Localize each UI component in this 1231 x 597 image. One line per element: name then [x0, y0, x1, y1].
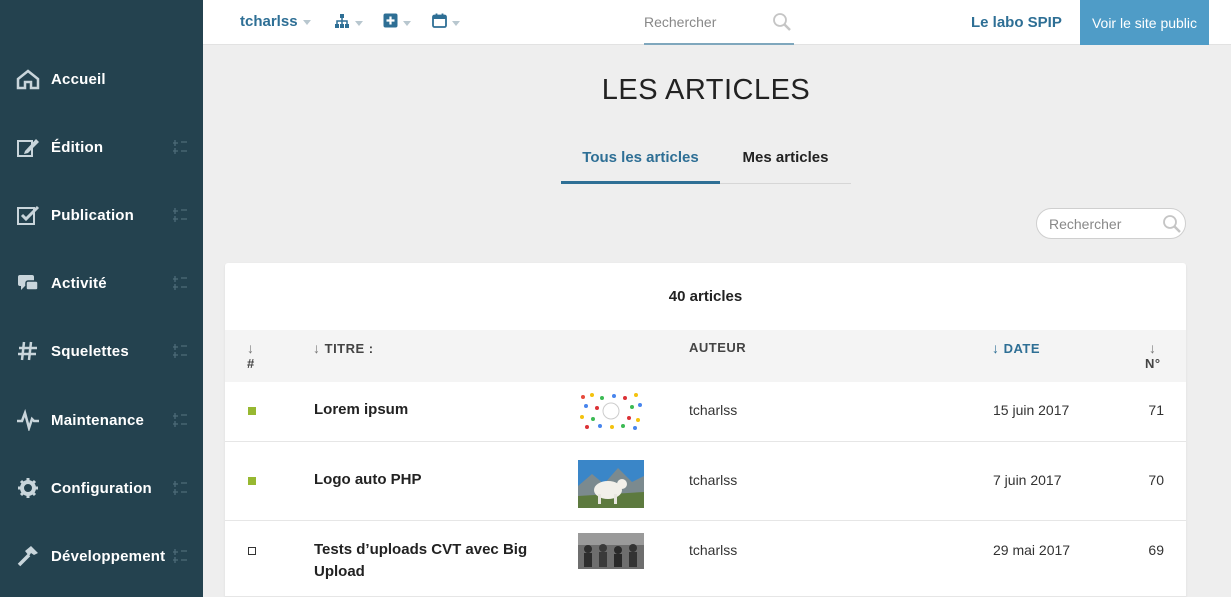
user-name: tcharlss: [240, 13, 298, 30]
column-number[interactable]: ↓ N°: [1145, 340, 1161, 371]
create-menu[interactable]: [383, 13, 411, 33]
heartbeat-icon: [16, 408, 40, 432]
home-icon: [16, 67, 40, 91]
hammer-icon: [16, 544, 40, 568]
article-author[interactable]: tcharlss: [689, 542, 737, 558]
search-icon[interactable]: [1162, 214, 1182, 239]
column-status-label: #: [247, 356, 255, 371]
status-published-icon: [248, 477, 256, 485]
status-published-icon: [248, 407, 256, 415]
site-name-link[interactable]: Le labo SPIP: [971, 14, 1062, 31]
arrow-down-icon: ↓: [992, 340, 1000, 356]
tabs: Tous les articles Mes articles: [561, 140, 851, 184]
table-row[interactable]: Logo auto PHP tcharlss 7 juin 2017 70: [225, 442, 1186, 521]
sidebar-item-publication[interactable]: Publication: [0, 195, 203, 235]
sidebar-item-edition[interactable]: Édition: [0, 127, 203, 167]
top-search-input[interactable]: [644, 11, 764, 33]
user-menu[interactable]: tcharlss: [240, 13, 311, 30]
sidebar-item-maintenance[interactable]: Maintenance: [0, 400, 203, 440]
arrow-down-icon: ↓: [313, 340, 321, 356]
sidebar-item-developpement[interactable]: Développement: [0, 536, 203, 576]
sidebar-item-configuration[interactable]: Configuration: [0, 468, 203, 508]
column-author[interactable]: AUTEUR: [689, 340, 746, 355]
table-row[interactable]: Lorem ipsum tcharlss 15 juin 2017 71: [225, 382, 1186, 442]
chevron-down-icon: [302, 19, 311, 25]
top-bar: tcharlss Le labo SPIP Voir le site publi…: [203, 0, 1231, 45]
toggle-submenu-icon[interactable]: [172, 480, 188, 496]
sidebar-item-label: Maintenance: [51, 411, 145, 429]
calendar-icon: [432, 13, 447, 33]
article-number: 69: [1148, 542, 1164, 558]
chevron-down-icon: [355, 21, 363, 26]
toggle-submenu-icon[interactable]: [172, 343, 188, 359]
column-status[interactable]: ↓ #: [247, 340, 255, 371]
toggle-submenu-icon[interactable]: [172, 139, 188, 155]
top-search: [644, 0, 794, 45]
page-title: LES ARTICLES: [601, 74, 811, 106]
comments-icon: [16, 271, 40, 295]
article-author[interactable]: tcharlss: [689, 472, 737, 488]
checkbox-icon: [16, 203, 40, 227]
column-number-label: N°: [1145, 356, 1161, 371]
arrow-down-icon: ↓: [1149, 340, 1157, 356]
pencil-icon: [16, 135, 40, 159]
table-row[interactable]: Tests d’uploads CVT avec Big Upload tcha…: [225, 521, 1186, 597]
sitemap-menu[interactable]: [334, 13, 363, 34]
column-title-label: TITRE :: [324, 341, 374, 356]
list-search: [1036, 208, 1186, 239]
sidebar-item-accueil[interactable]: Accueil: [0, 59, 203, 99]
calendar-menu[interactable]: [432, 13, 460, 33]
sitemap-icon: [334, 13, 350, 34]
table-header: ↓ # ↓ TITRE : AUTEUR ↓ DATE ↓ N°: [225, 330, 1186, 382]
chevron-down-icon: [452, 20, 460, 26]
toggle-submenu-icon[interactable]: [172, 207, 188, 223]
status-draft-icon: [248, 547, 256, 555]
article-logo-thumbnail: [578, 392, 644, 430]
article-author[interactable]: tcharlss: [689, 402, 737, 418]
chevron-down-icon: [403, 20, 411, 26]
plus-square-icon: [383, 13, 398, 33]
sidebar-item-squelettes[interactable]: Squelettes: [0, 331, 203, 371]
sidebar-item-label: Développement: [51, 547, 166, 565]
column-title[interactable]: ↓ TITRE :: [313, 340, 374, 356]
article-number: 71: [1148, 402, 1164, 418]
sidebar-item-label: Accueil: [51, 70, 106, 88]
toggle-submenu-icon[interactable]: [172, 548, 188, 564]
sidebar: Accueil Édition Publication Activité Squ…: [0, 0, 203, 597]
article-title[interactable]: Tests d’uploads CVT avec Big Upload: [314, 539, 554, 583]
articles-count: 40 articles: [668, 288, 743, 305]
sidebar-item-label: Activité: [51, 274, 107, 292]
gear-icon: [16, 476, 40, 500]
article-date: 29 mai 2017: [993, 542, 1071, 558]
toggle-submenu-icon[interactable]: [172, 275, 188, 291]
tab-all-articles[interactable]: Tous les articles: [561, 140, 720, 184]
article-title[interactable]: Lorem ipsum: [314, 399, 554, 421]
tab-my-articles[interactable]: Mes articles: [720, 140, 851, 184]
toggle-submenu-icon[interactable]: [172, 412, 188, 428]
sidebar-item-label: Publication: [51, 206, 135, 224]
article-logo-thumbnail: [578, 456, 644, 508]
column-date-label: DATE: [1003, 341, 1041, 356]
article-number: 70: [1148, 472, 1164, 488]
arrow-down-icon: ↓: [247, 340, 255, 356]
list-search-input[interactable]: [1049, 215, 1159, 233]
article-logo-thumbnail: [578, 533, 644, 569]
public-site-button[interactable]: Voir le site public: [1080, 0, 1209, 45]
sidebar-item-label: Squelettes: [51, 342, 129, 360]
sidebar-item-label: Édition: [51, 138, 104, 156]
article-date: 7 juin 2017: [993, 472, 1062, 488]
search-icon[interactable]: [772, 12, 792, 37]
sidebar-item-label: Configuration: [51, 479, 152, 497]
sidebar-item-activite[interactable]: Activité: [0, 263, 203, 303]
hashtag-icon: [16, 339, 40, 363]
column-date[interactable]: ↓ DATE: [992, 340, 1040, 356]
articles-table: 40 articles ↓ # ↓ TITRE : AUTEUR ↓ DATE …: [225, 263, 1186, 597]
article-date: 15 juin 2017: [993, 402, 1070, 418]
article-title[interactable]: Logo auto PHP: [314, 469, 554, 491]
